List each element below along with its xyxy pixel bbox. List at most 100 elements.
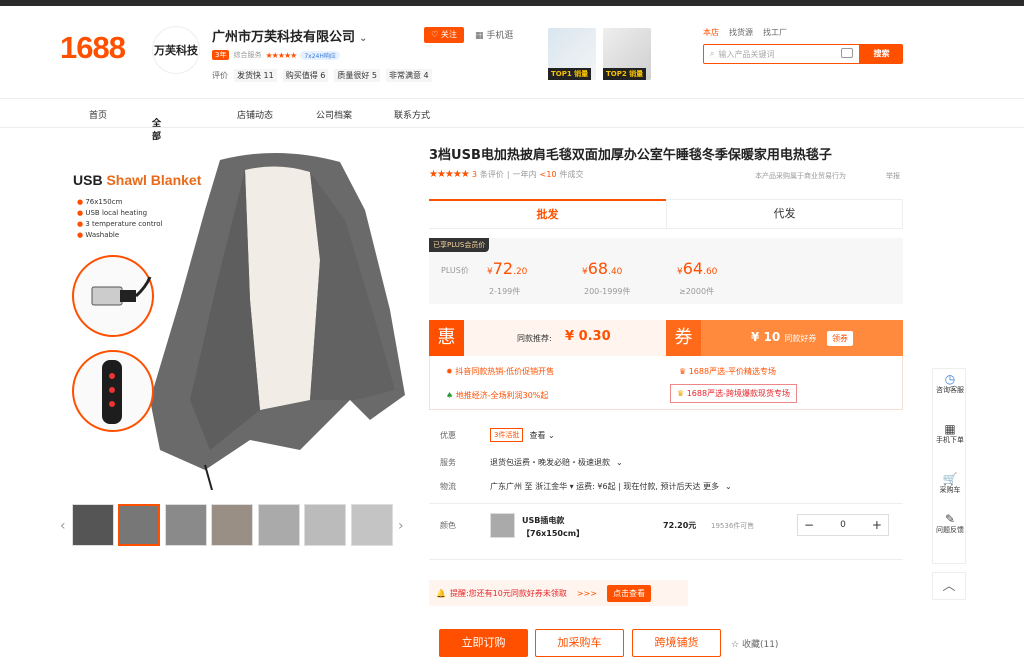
eval-tag: 购买值得 6 [282, 69, 329, 82]
chevron-left-icon[interactable]: ‹ [60, 518, 66, 534]
plus-label: PLUS价 [441, 266, 469, 275]
thumbnail[interactable] [351, 504, 393, 546]
add-to-cart-button[interactable]: 加采购车 [535, 629, 624, 657]
promo-item[interactable]: ♛ 1688严选-平价精选专场 [679, 366, 776, 377]
sales-prefix: 一年内 [512, 170, 537, 179]
search-tab-factory[interactable]: 找工厂 [763, 27, 787, 38]
same-rec-label: 同款推荐: [517, 334, 552, 343]
search-input[interactable]: ⌕ 输入产品关键词 [703, 44, 860, 64]
shop-name[interactable]: 广州市万芙科技有限公司 ⌄ [212, 26, 367, 45]
chevron-down-icon: ⌄ [725, 482, 732, 491]
search-tabs: 本店 找货源 找工厂 [703, 27, 787, 38]
support-badge: 7x24H响应 [300, 50, 340, 60]
search-button[interactable]: 搜索 [860, 44, 903, 64]
discount-more[interactable]: 查看 ⌄ [529, 430, 554, 441]
plus-button[interactable]: + [872, 518, 882, 532]
chat-icon: ◷ [944, 372, 956, 386]
top1-label: TOP1 销量 [548, 68, 592, 80]
sku-image[interactable] [490, 513, 515, 538]
back-to-top-button[interactable]: ︿ [932, 572, 966, 600]
edit-icon: ✎ [944, 512, 956, 526]
chevron-right-icon[interactable]: › [398, 518, 404, 534]
same-rec-value: ¥ 0.30 [565, 329, 611, 344]
favorite-button[interactable]: ☆ 收藏(11) [731, 637, 778, 650]
logistics-row[interactable]: 广东广州 至 浙江金华 ▾ 运费: ¥6起 | 现在付款, 预计后天达 更多 ⌄ [490, 481, 732, 492]
attr-label-color: 颜色 [440, 521, 456, 530]
search-tab-source[interactable]: 找货源 [729, 27, 753, 38]
quantity-stepper: − 0 + [797, 514, 889, 536]
eval-label: 评价 [212, 71, 228, 80]
service-label: 综合服务 [233, 51, 262, 59]
buy-now-button[interactable]: 立即订购 [439, 629, 528, 657]
top2-product[interactable]: TOP2 销量 [603, 28, 651, 80]
tab-dropship[interactable]: 代发 [666, 199, 903, 229]
bullet: Washable [77, 230, 163, 241]
search-tab-store[interactable]: 本店 [703, 27, 719, 38]
thumbnail[interactable] [211, 504, 253, 546]
review-label[interactable]: 条评价 [480, 169, 504, 180]
nav-home[interactable]: 首页 [89, 108, 107, 121]
nav-contact[interactable]: 联系方式 [394, 108, 430, 121]
sidebar-item-service[interactable]: ◷ 咨询客服 [933, 372, 967, 395]
qr-icon: ▦ [944, 422, 956, 436]
hui-badge: 惠 [429, 320, 464, 356]
industry-note: 本产品采购属于商业贸易行为 [755, 172, 846, 180]
reminder-text: 提醒:您还有10元同款好券未领取 [449, 588, 567, 598]
thumbnail-video[interactable] [72, 504, 114, 546]
attr-label-discount: 优惠 [440, 431, 456, 440]
product-title: 3档USB电加热披肩毛毯双面加厚办公室午睡毯冬季保暖家用电热毯子 [429, 148, 832, 163]
promo-item-highlight[interactable]: ♛ 1688严选-跨境爆款现货专场 [670, 384, 797, 403]
promo-list: ✹ 抖音同款热销-低价促销开售 ♛ 1688严选-平价精选专场 ♠ 地推经济-全… [429, 356, 903, 410]
attr-label-service: 服务 [440, 458, 456, 467]
minus-button[interactable]: − [804, 518, 814, 532]
eval-tag: 非常满意 4 [386, 69, 432, 82]
sidebar-item-feedback[interactable]: ✎ 问题反馈 [933, 512, 967, 535]
eval-tag: 发货快 11 [234, 69, 277, 82]
chevron-down-icon[interactable]: ⌄ [359, 33, 367, 44]
chevron-down-icon: ⌄ [152, 116, 160, 126]
blanket-image [150, 152, 405, 490]
trophy-icon: ♛ [677, 389, 685, 398]
site-logo[interactable]: 1688 [60, 30, 126, 66]
shop-logo[interactable]: 万芙科技 [152, 26, 200, 74]
cross-border-button[interactable]: 跨境铺货 [632, 629, 721, 657]
thumbnail[interactable] [165, 504, 207, 546]
thumbnail[interactable] [304, 504, 346, 546]
top1-product[interactable]: TOP1 销量 [548, 28, 596, 80]
view-coupon-button[interactable]: 点击查看 [606, 584, 651, 602]
price-range-3: ≥2000件 [679, 287, 715, 296]
sales-suffix: 件成交 [559, 170, 584, 179]
qr-icon: ▦ [475, 31, 484, 41]
mobile-link[interactable]: ▦ 手机逛 [475, 28, 513, 41]
usb-plug-detail [72, 255, 154, 337]
promo-item[interactable]: ♠ 地推经济-全场利润30%起 [446, 390, 548, 401]
thumbnail[interactable] [258, 504, 300, 546]
sales-value: <10 [539, 170, 557, 179]
sidebar-item-mobile[interactable]: ▦ 手机下单 [933, 422, 967, 445]
eval-tag: 质量很好 5 [334, 69, 381, 82]
nav-news[interactable]: 店铺动态 [237, 108, 273, 121]
divider [429, 503, 903, 504]
camera-icon[interactable] [841, 48, 853, 58]
discount-tag: 3件活批 [490, 428, 524, 442]
tab-wholesale[interactable]: 批发 [429, 199, 666, 229]
shop-name-text[interactable]: 广州市万芙科技有限公司 [212, 30, 355, 45]
price-tier-2: ¥68.40 [582, 259, 623, 278]
claim-coupon-button[interactable]: 领券 [827, 331, 853, 346]
quantity-input[interactable]: 0 [840, 520, 846, 530]
service-row[interactable]: 退货包运费・晚发必赔・极速退款 ⌄ [490, 457, 623, 468]
star-outline-icon: ☆ [731, 640, 740, 650]
controller-detail [72, 350, 154, 432]
review-count[interactable]: 3 [472, 170, 477, 179]
follow-button[interactable]: ♡ 关注 [424, 27, 464, 43]
sidebar-item-cart[interactable]: 🛒 采购车 [933, 473, 967, 495]
thumbnail[interactable] [118, 504, 160, 546]
nav-profile[interactable]: 公司档案 [316, 108, 352, 121]
sku-stock: 19536件可售 [711, 522, 755, 530]
leaf-icon: ♠ [446, 391, 454, 400]
promo-item[interactable]: ✹ 抖音同款热销-低价促销开售 [446, 366, 554, 377]
eval-row: 评价 发货快 11 购买值得 6 质量很好 5 非常满意 4 [212, 69, 432, 82]
search-icon: ⌕ [710, 49, 715, 58]
price-range-1: 2-199件 [489, 287, 521, 296]
report-link[interactable]: 举报 [886, 171, 900, 181]
